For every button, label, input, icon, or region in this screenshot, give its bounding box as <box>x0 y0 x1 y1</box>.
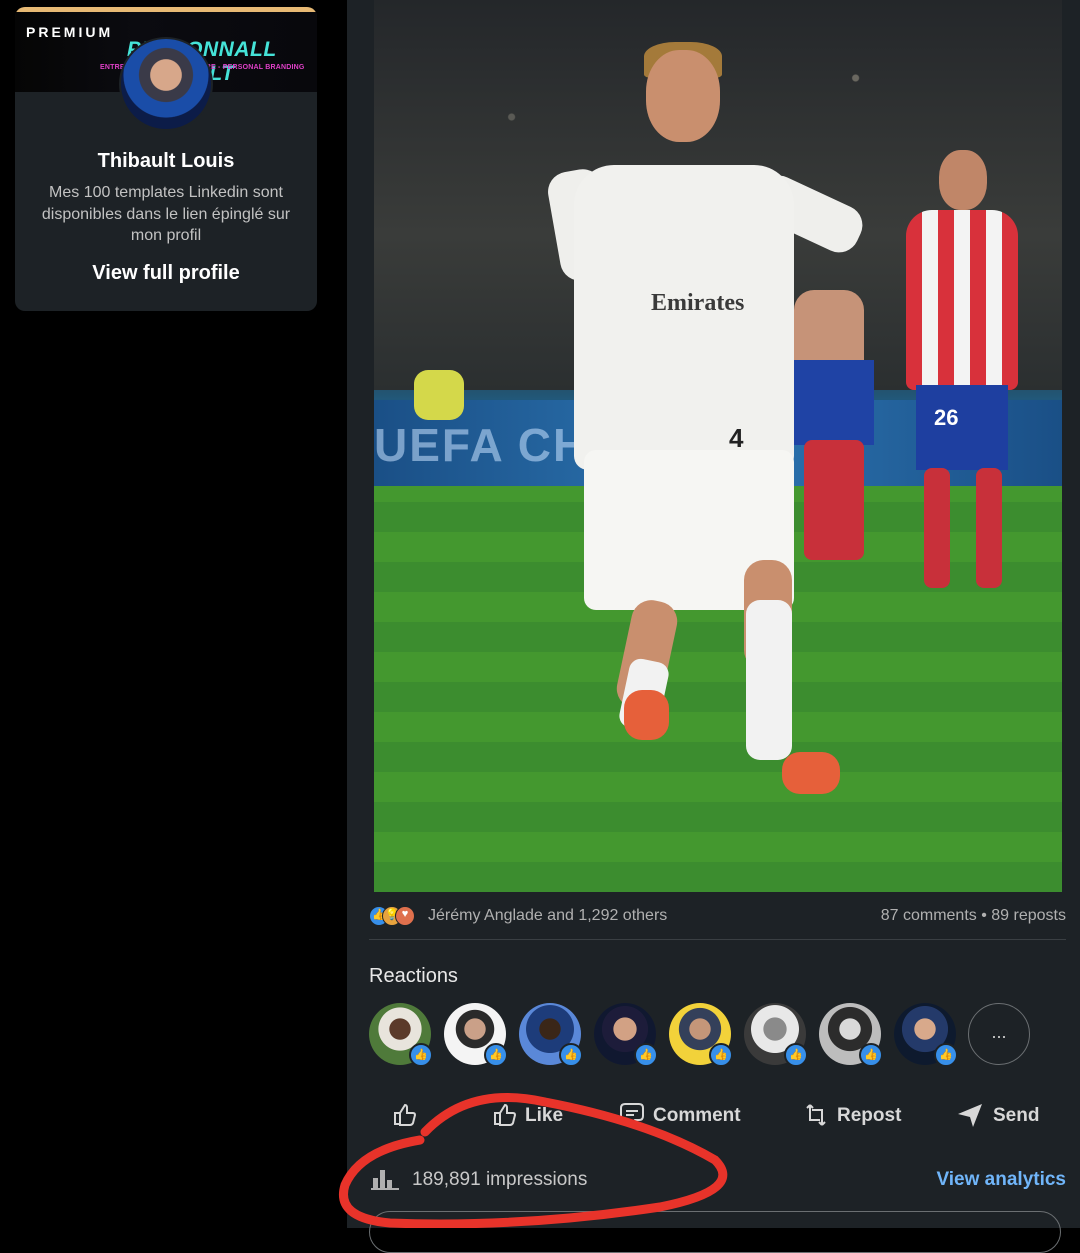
profile-headline: Mes 100 templates Linkedin sont disponib… <box>41 184 291 244</box>
reactor-avatar[interactable]: 👍 <box>369 1003 433 1067</box>
send-label: Send <box>993 1105 1040 1126</box>
profile-avatar[interactable] <box>119 37 213 131</box>
repost-button[interactable]: Repost <box>801 1094 921 1138</box>
view-analytics-link[interactable]: View analytics <box>936 1169 1066 1191</box>
divider <box>369 939 1066 940</box>
celebrating-player: Emirates 4 <box>544 40 884 830</box>
reactors-list: 👍 👍 👍 👍 👍 👍 👍 👍 ... <box>369 1003 1069 1069</box>
comment-button[interactable]: Comment <box>617 1094 757 1138</box>
like-icon: 👍 <box>859 1043 883 1067</box>
like-icon: 👍 <box>709 1043 733 1067</box>
jersey-sponsor: Emirates <box>651 290 745 316</box>
reaction-picker-icon <box>394 1103 417 1126</box>
view-full-profile-link[interactable]: View full profile <box>15 262 317 285</box>
reposts-count-link[interactable]: 89 reposts <box>991 907 1066 924</box>
comment-label: Comment <box>653 1105 741 1126</box>
counts-separator: • <box>976 907 992 924</box>
repost-label: Repost <box>837 1105 902 1126</box>
post-panel: UEFA CHA 26 Emirates 4 👍 � <box>347 0 1080 1253</box>
post-image[interactable]: UEFA CHA 26 Emirates 4 <box>374 0 1062 892</box>
love-icon: ♥ <box>395 906 415 926</box>
reactor-avatar[interactable]: 👍 <box>594 1003 658 1067</box>
post-actions-bar: Like Comment Repost Send <box>369 1094 1069 1138</box>
social-counts-bar: 👍 💡 ♥ Jérémy Anglade and 1,292 others 87… <box>369 903 1066 929</box>
profile-card: PERSONNALL THIBAULT ENTREPRENEURIAT - ÉC… <box>15 7 317 311</box>
like-icon: 👍 <box>934 1043 958 1067</box>
background-figure <box>414 370 464 420</box>
atletico-player: 26 <box>894 150 1034 610</box>
thumbs-up-icon <box>494 1103 517 1126</box>
like-label: Like <box>525 1105 564 1126</box>
comments-count-link[interactable]: 87 comments <box>881 907 977 924</box>
send-button[interactable]: Send <box>955 1094 1055 1138</box>
like-icon: 👍 <box>634 1043 658 1067</box>
shorts-number: 4 <box>729 423 744 453</box>
reactor-avatar[interactable]: 👍 <box>669 1003 733 1067</box>
repost-icon <box>806 1104 826 1126</box>
like-icon: 👍 <box>484 1043 508 1067</box>
engagement-counts: 87 comments • 89 reposts <box>881 907 1066 925</box>
impressions-count: 189,891 impressions <box>412 1169 588 1190</box>
comment-icon <box>620 1103 644 1128</box>
likers-text[interactable]: Jérémy Anglade and 1,292 others <box>428 907 667 925</box>
comment-input[interactable] <box>369 1211 1061 1253</box>
reactor-avatar[interactable]: 👍 <box>744 1003 808 1067</box>
atletico-number: 26 <box>934 405 959 430</box>
like-icon: 👍 <box>784 1043 808 1067</box>
reactor-avatar[interactable]: 👍 <box>519 1003 583 1067</box>
like-button[interactable]: Like <box>489 1094 589 1138</box>
reactor-avatar[interactable]: 👍 <box>894 1003 958 1067</box>
reactions-heading: Reactions <box>369 965 458 987</box>
like-icon: 👍 <box>559 1043 583 1067</box>
bar-chart-icon <box>371 1170 399 1190</box>
like-icon: 👍 <box>409 1043 433 1067</box>
reactor-avatar[interactable]: 👍 <box>444 1003 508 1067</box>
reactor-avatar[interactable]: 👍 <box>819 1003 883 1067</box>
react-button[interactable] <box>389 1094 449 1138</box>
reaction-stack[interactable]: 👍 💡 ♥ <box>369 906 423 926</box>
premium-label: PREMIUM <box>26 24 114 40</box>
more-reactors-button[interactable]: ... <box>968 1003 1030 1065</box>
profile-name[interactable]: Thibault Louis <box>15 150 317 173</box>
send-icon <box>958 1104 982 1127</box>
